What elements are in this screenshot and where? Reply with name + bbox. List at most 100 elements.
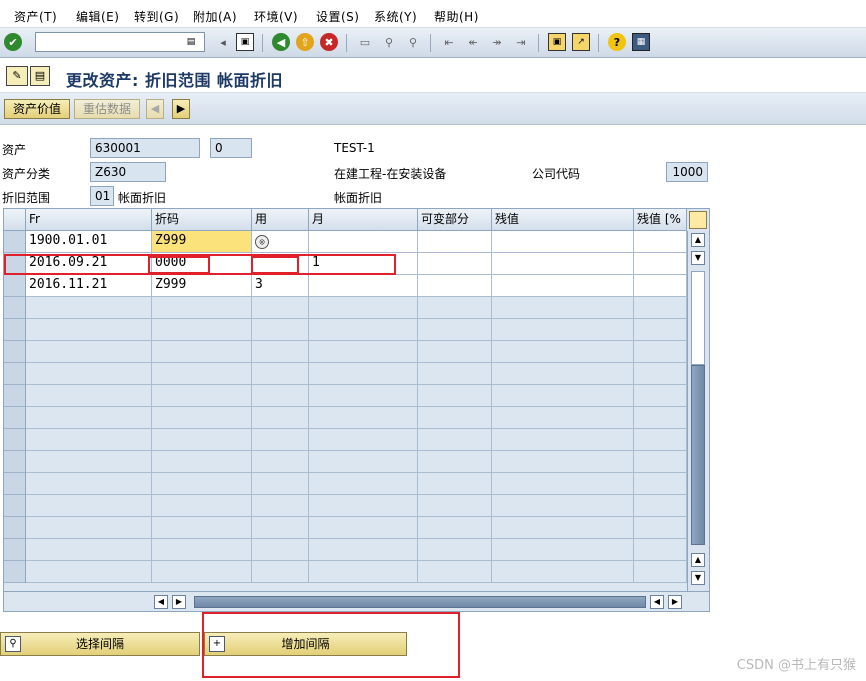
empty-cell[interactable] — [309, 561, 418, 583]
cell-use[interactable]: 3 — [252, 275, 309, 297]
row-selector[interactable] — [4, 561, 26, 583]
cell-salvage[interactable] — [492, 231, 634, 253]
row-selector[interactable] — [4, 385, 26, 407]
cell-salvage-pct[interactable] — [634, 231, 687, 253]
empty-cell[interactable] — [152, 561, 252, 583]
empty-cell[interactable] — [152, 429, 252, 451]
column-header-variable[interactable]: 可变部分 — [418, 209, 492, 231]
exit-icon[interactable]: ⇧ — [296, 33, 314, 51]
empty-cell[interactable] — [252, 319, 309, 341]
empty-cell[interactable] — [634, 517, 687, 539]
new-session-icon[interactable]: ▣ — [548, 33, 566, 51]
empty-cell[interactable] — [26, 319, 152, 341]
empty-cell[interactable] — [26, 561, 152, 583]
empty-cell[interactable] — [418, 495, 492, 517]
empty-cell[interactable] — [26, 473, 152, 495]
empty-cell[interactable] — [26, 451, 152, 473]
empty-cell[interactable] — [309, 385, 418, 407]
scroll-thumb[interactable] — [691, 365, 705, 545]
empty-cell[interactable] — [309, 407, 418, 429]
row-selector[interactable] — [4, 495, 26, 517]
empty-cell[interactable] — [252, 385, 309, 407]
scroll-up-icon[interactable]: ▲ — [691, 233, 705, 247]
cell-key[interactable]: Z999 — [152, 231, 252, 253]
empty-cell[interactable] — [252, 429, 309, 451]
value-help-icon[interactable]: ◎ — [255, 235, 269, 249]
cell-month[interactable] — [309, 231, 418, 253]
scroll-left-icon[interactable]: ◀ — [154, 595, 168, 609]
empty-cell[interactable] — [634, 385, 687, 407]
empty-cell[interactable] — [152, 319, 252, 341]
row-selector[interactable] — [4, 539, 26, 561]
empty-cell[interactable] — [634, 473, 687, 495]
empty-cell[interactable] — [634, 539, 687, 561]
empty-cell[interactable] — [309, 429, 418, 451]
cell-salvage[interactable] — [492, 253, 634, 275]
empty-cell[interactable] — [26, 539, 152, 561]
empty-cell[interactable] — [152, 363, 252, 385]
menu-help[interactable]: 帮助(H) — [434, 8, 479, 25]
scroll-down-icon[interactable]: ▼ — [691, 571, 705, 585]
horizontal-scrollbar[interactable]: ◀ ▶ ◀ ▶ — [4, 591, 709, 611]
column-header-salvage[interactable]: 残值 — [492, 209, 634, 231]
empty-cell[interactable] — [634, 561, 687, 583]
row-selector[interactable] — [4, 429, 26, 451]
empty-cell[interactable] — [418, 429, 492, 451]
empty-cell[interactable] — [309, 451, 418, 473]
asset-icon[interactable]: ✎ — [6, 66, 28, 86]
row-selector[interactable] — [4, 451, 26, 473]
empty-cell[interactable] — [309, 473, 418, 495]
column-header-key[interactable]: 折码 — [152, 209, 252, 231]
cell-from[interactable]: 1900.01.01 — [26, 231, 152, 253]
row-selector[interactable] — [4, 297, 26, 319]
menu-system[interactable]: 系统(Y) — [374, 8, 417, 25]
first-page-icon[interactable]: ⇤ — [440, 33, 458, 51]
empty-cell[interactable] — [26, 517, 152, 539]
menu-settings[interactable]: 设置(S) — [316, 8, 359, 25]
row-selector[interactable] — [4, 253, 26, 275]
empty-cell[interactable] — [152, 297, 252, 319]
empty-cell[interactable] — [634, 451, 687, 473]
empty-cell[interactable] — [252, 539, 309, 561]
empty-cell[interactable] — [418, 319, 492, 341]
empty-cell[interactable] — [418, 473, 492, 495]
cell-from[interactable]: 2016.11.21 — [26, 275, 152, 297]
empty-cell[interactable] — [492, 363, 634, 385]
empty-cell[interactable] — [152, 473, 252, 495]
document-icon[interactable]: ▤ — [30, 66, 50, 86]
empty-cell[interactable] — [634, 319, 687, 341]
row-selector[interactable] — [4, 231, 26, 253]
vertical-scrollbar[interactable]: ▲ ▼ ▲ ▼ — [687, 231, 709, 597]
enter-icon[interactable]: ✔ — [4, 33, 22, 51]
menu-goto[interactable]: 转到(G) — [134, 8, 179, 25]
save-icon[interactable]: ▣ — [236, 33, 254, 51]
back-icon[interactable]: ◀ — [272, 33, 290, 51]
column-header-use[interactable]: 用 — [252, 209, 309, 231]
empty-cell[interactable] — [492, 297, 634, 319]
scroll-track[interactable] — [691, 271, 705, 365]
select-all-header[interactable] — [4, 209, 26, 231]
row-selector[interactable] — [4, 363, 26, 385]
menu-environment[interactable]: 环境(V) — [254, 8, 298, 25]
row-selector[interactable] — [4, 275, 26, 297]
empty-cell[interactable] — [418, 451, 492, 473]
empty-cell[interactable] — [634, 495, 687, 517]
cell-use[interactable] — [252, 253, 309, 275]
empty-cell[interactable] — [152, 341, 252, 363]
row-selector[interactable] — [4, 319, 26, 341]
empty-cell[interactable] — [418, 407, 492, 429]
row-selector[interactable] — [4, 341, 26, 363]
cancel-icon[interactable]: ✖ — [320, 33, 338, 51]
cell-from[interactable]: 2016.09.21 — [26, 253, 152, 275]
cell-salvage-pct[interactable] — [634, 253, 687, 275]
empty-cell[interactable] — [418, 297, 492, 319]
empty-cell[interactable] — [252, 517, 309, 539]
empty-cell[interactable] — [309, 539, 418, 561]
empty-cell[interactable] — [152, 517, 252, 539]
empty-cell[interactable] — [152, 539, 252, 561]
table-settings-icon[interactable] — [689, 211, 707, 229]
empty-cell[interactable] — [26, 297, 152, 319]
empty-cell[interactable] — [252, 451, 309, 473]
layout-icon[interactable]: ▦ — [632, 33, 650, 51]
empty-cell[interactable] — [418, 517, 492, 539]
